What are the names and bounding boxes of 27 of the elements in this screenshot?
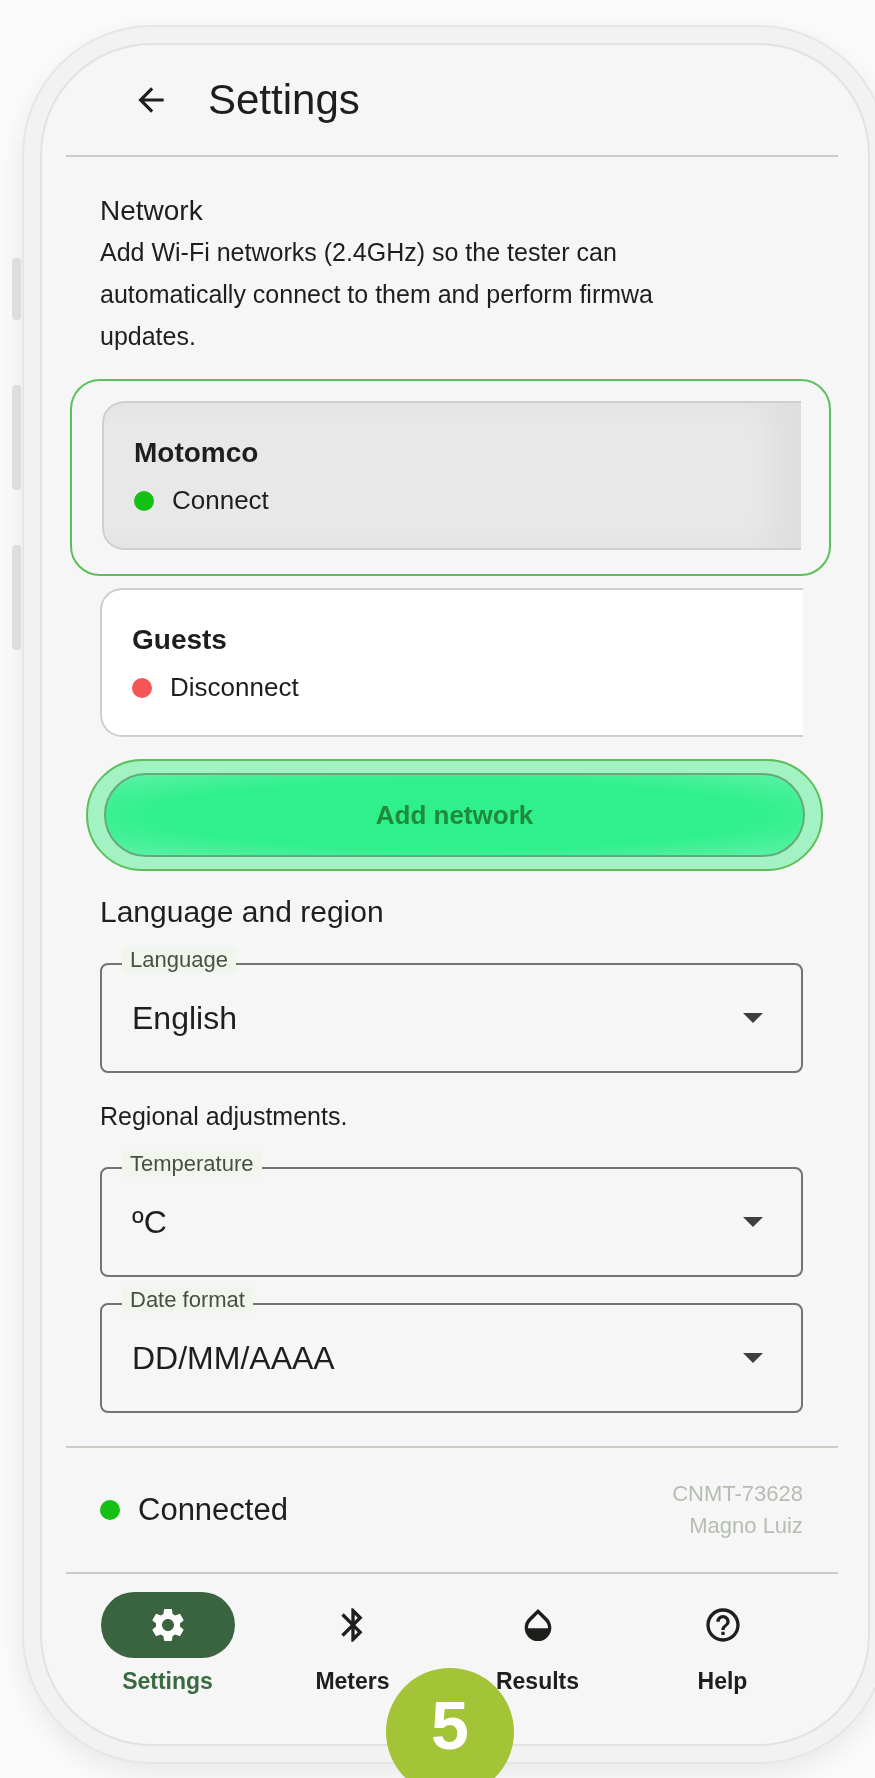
field-value: DD/MM/AAAA <box>132 1339 335 1377</box>
dropdown-caret-icon <box>743 1013 763 1023</box>
field-value: ºC <box>132 1203 167 1241</box>
section-title: Network <box>100 195 204 227</box>
network-status: Connect <box>172 485 269 516</box>
network-card[interactable]: Guests Disconnect <box>100 588 803 737</box>
field-value: English <box>132 999 237 1037</box>
nav-tab[interactable]: Results <box>445 1592 630 1695</box>
section-description: Add Wi-Fi networks (2.4GHz) so the tester can automatically connect to them and perform firmwa updates. <box>100 237 654 352</box>
field-label: Date format <box>122 1287 253 1313</box>
device-id: CNMT-73628 <box>672 1481 803 1507</box>
connection-status: Connected <box>138 1492 288 1528</box>
dropdown-caret-icon <box>743 1353 763 1363</box>
network-name: Guests <box>132 624 228 656</box>
field-label: Temperature <box>122 1151 262 1177</box>
network-card[interactable]: Motomco Connect <box>102 401 801 550</box>
user-name: Magno Luiz <box>689 1513 803 1539</box>
network-name: Motomco <box>134 437 260 469</box>
page-title: Settings <box>208 76 360 124</box>
network-status: Disconnect <box>170 672 299 703</box>
nav-tab[interactable]: Meters <box>260 1592 445 1695</box>
field-label: Language <box>122 947 236 973</box>
section-title: Language and region <box>100 895 385 929</box>
dropdown-caret-icon <box>743 1217 763 1227</box>
regional-note: Regional adjustments. <box>100 1101 349 1132</box>
nav-tab[interactable]: Help <box>630 1592 815 1695</box>
nav-tab[interactable]: Settings <box>75 1592 260 1695</box>
